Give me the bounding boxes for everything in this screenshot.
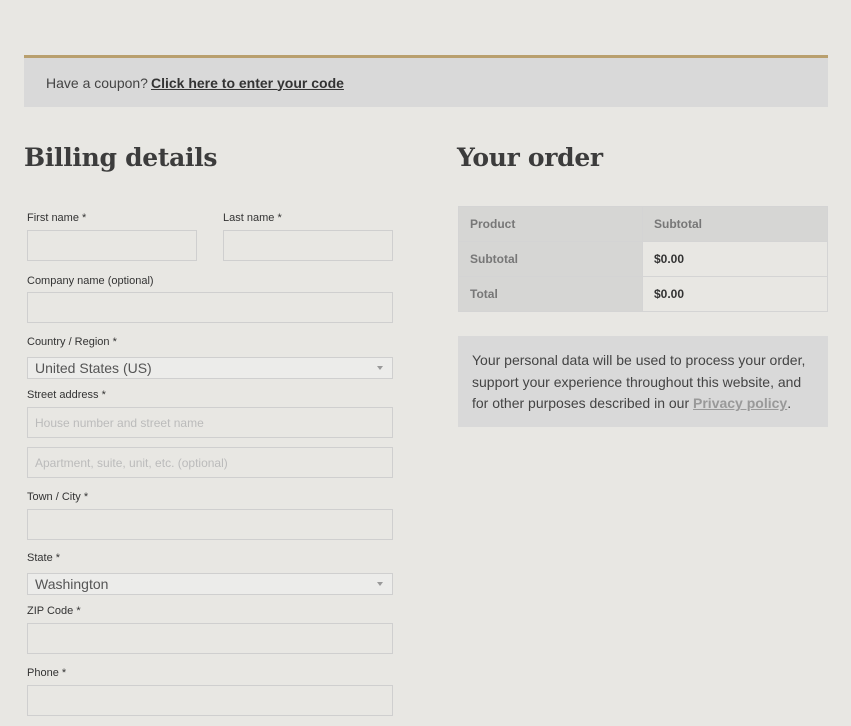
table-header-row: Product Subtotal (458, 206, 828, 242)
order-summary-table: Product Subtotal Subtotal $0.00 Total $0… (458, 206, 828, 312)
privacy-policy-link[interactable]: Privacy policy (693, 395, 787, 411)
state-select[interactable]: Washington (27, 573, 393, 595)
company-label: Company name (optional) (27, 275, 154, 287)
coupon-prompt: Have a coupon? (46, 74, 148, 91)
street-label-text: Street address (27, 389, 99, 401)
company-input[interactable] (27, 292, 393, 323)
first-name-input[interactable] (27, 230, 197, 261)
phone-label-text: Phone (27, 667, 59, 679)
billing-title: Billing details (24, 143, 218, 172)
table-row: Subtotal $0.00 (458, 241, 828, 277)
privacy-text-end: . (787, 395, 792, 411)
required-marker: * (101, 389, 106, 401)
street-2-placeholder: Apartment, suite, unit, etc. (optional) (35, 455, 228, 470)
street-address-input[interactable]: House number and street name (27, 407, 393, 438)
table-row: Total $0.00 (458, 276, 828, 312)
total-value: $0.00 (642, 276, 828, 312)
coupon-notice: Have a coupon? Click here to enter your … (24, 55, 828, 107)
chevron-down-icon (377, 582, 383, 586)
required-marker: * (55, 552, 61, 564)
required-marker: * (277, 212, 282, 224)
city-input[interactable] (27, 509, 393, 540)
chevron-down-icon (377, 366, 383, 370)
city-label-text: Town / City (27, 491, 81, 503)
last-name-input[interactable] (223, 230, 393, 261)
last-name-label-text: Last name (223, 212, 275, 224)
zip-input[interactable] (27, 623, 393, 654)
subtotal-column-header: Subtotal (642, 206, 828, 242)
enter-coupon-link[interactable]: Click here to enter your code (151, 75, 344, 91)
street-address-2-input[interactable]: Apartment, suite, unit, etc. (optional) (27, 447, 393, 478)
required-marker: * (76, 605, 81, 617)
required-marker: * (83, 491, 89, 503)
zip-label: ZIP Code * (27, 605, 81, 617)
country-select[interactable]: United States (US) (27, 357, 393, 379)
city-label: Town / City * (27, 491, 88, 503)
last-name-label: Last name * (223, 212, 282, 224)
zip-label-text: ZIP Code (27, 605, 74, 617)
state-label: State * (27, 552, 60, 564)
phone-input[interactable] (27, 685, 393, 716)
first-name-label: First name * (27, 212, 86, 224)
privacy-notice: Your personal data will be used to proce… (458, 336, 828, 427)
required-marker: * (112, 336, 117, 348)
required-marker: * (61, 667, 67, 679)
country-label: Country / Region * (27, 336, 117, 348)
state-value: Washington (35, 576, 109, 592)
first-name-label-text: First name (27, 212, 79, 224)
product-column-header: Product (458, 206, 643, 242)
country-label-text: Country / Region (27, 336, 110, 348)
required-marker: * (82, 212, 87, 224)
subtotal-row-label: Subtotal (458, 241, 643, 277)
phone-label: Phone * (27, 667, 66, 679)
state-label-text: State (27, 552, 53, 564)
total-row-label: Total (458, 276, 643, 312)
country-value: United States (US) (35, 360, 152, 376)
street-label: Street address * (27, 389, 106, 401)
order-title: Your order (457, 143, 603, 172)
subtotal-value: $0.00 (642, 241, 828, 277)
street-placeholder: House number and street name (35, 415, 204, 430)
